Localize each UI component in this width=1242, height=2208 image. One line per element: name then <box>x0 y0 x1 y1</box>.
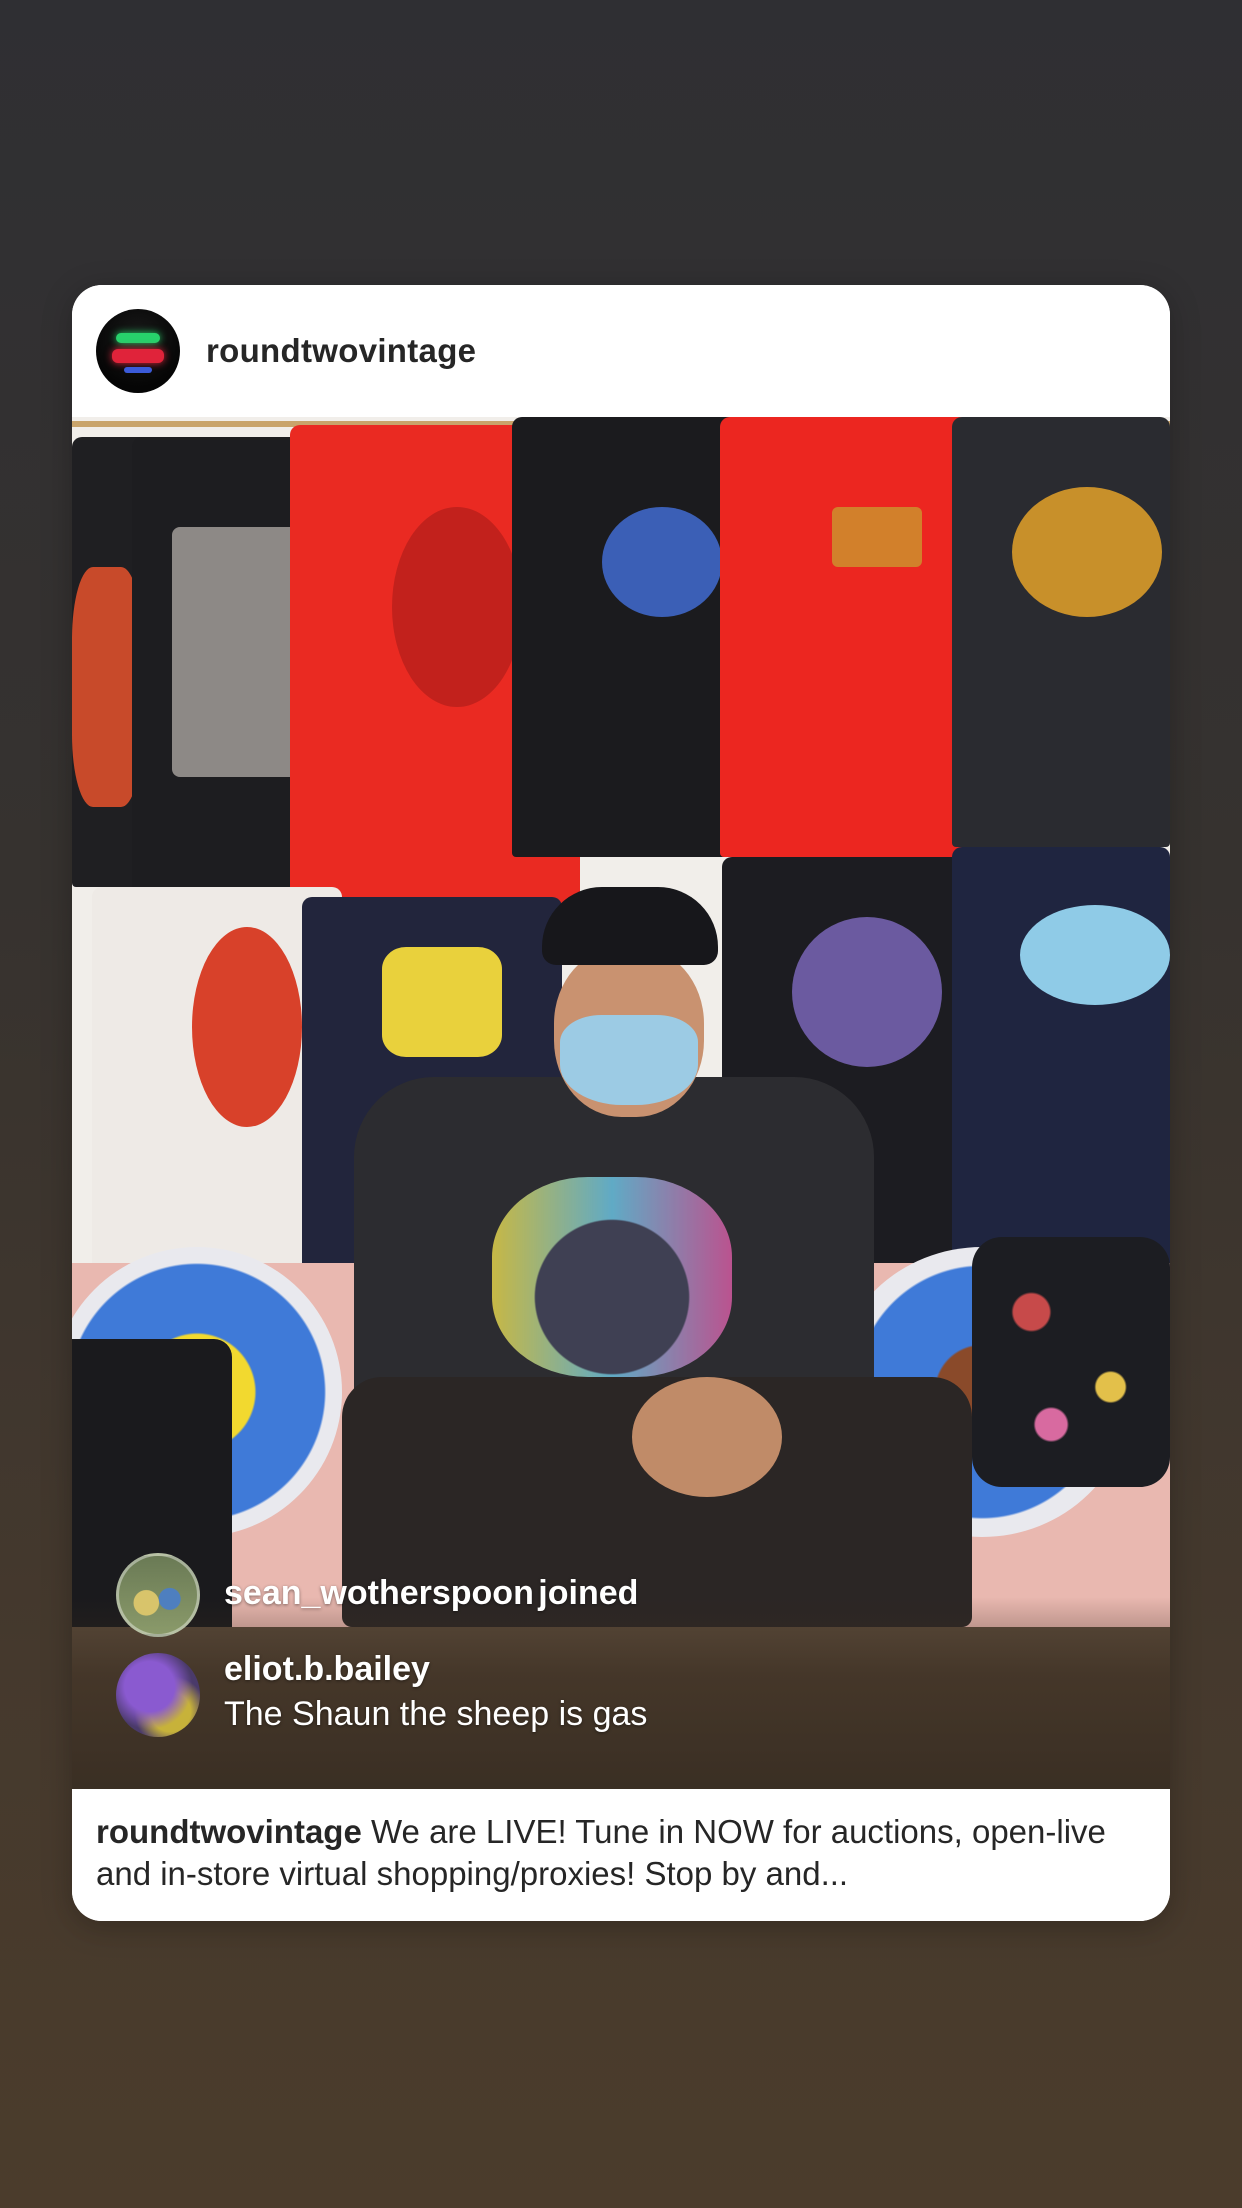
bulls-graphic <box>192 927 302 1127</box>
account-avatar[interactable] <box>96 309 180 393</box>
post-caption[interactable]: roundtwovintage We are LIVE! Tune in NOW… <box>72 1789 1170 1921</box>
commenter-username[interactable]: sean_wotherspoon <box>224 1574 534 1612</box>
undertaker-graphic <box>792 917 942 1067</box>
shared-live-post-card[interactable]: roundtwovintage sean_wotherspoon joined … <box>72 285 1170 1921</box>
host-shirt-graphic <box>492 1177 732 1377</box>
shirt-red-linkin <box>720 417 970 857</box>
live-comment[interactable]: eliot.b.bailey The Shaun the sheep is ga… <box>116 1650 648 1737</box>
post-header[interactable]: roundtwovintage <box>72 285 1170 417</box>
commenter-avatar[interactable] <box>116 1653 200 1737</box>
comment-message: The Shaun the sheep is gas <box>224 1695 648 1733</box>
wolf-graphic <box>392 507 522 707</box>
rings-graphic <box>1012 487 1162 617</box>
spiderman-graphic <box>602 507 722 617</box>
sheep-graphic <box>1020 905 1170 1005</box>
host-face-mask <box>560 1015 698 1105</box>
neon-green-bar <box>116 333 160 343</box>
neon-red-bar <box>112 349 164 363</box>
join-event-text: joined <box>538 1574 639 1612</box>
floral-pillow <box>972 1237 1170 1487</box>
account-username[interactable]: roundtwovintage <box>206 332 476 370</box>
live-comment[interactable]: sean_wotherspoon joined <box>116 1553 638 1637</box>
host-hands <box>632 1377 782 1497</box>
shirt-championship-rings <box>952 417 1170 847</box>
linkin-graphic <box>832 507 922 567</box>
caption-username[interactable]: roundtwovintage <box>96 1813 362 1850</box>
host-cap <box>542 887 718 965</box>
simpsons-graphic <box>382 947 502 1057</box>
live-video-frame[interactable]: sean_wotherspoon joined eliot.b.bailey T… <box>72 417 1170 1789</box>
commenter-avatar[interactable] <box>116 1553 200 1637</box>
commenter-username[interactable]: eliot.b.bailey <box>224 1647 647 1691</box>
neon-blue-bar <box>124 367 152 373</box>
